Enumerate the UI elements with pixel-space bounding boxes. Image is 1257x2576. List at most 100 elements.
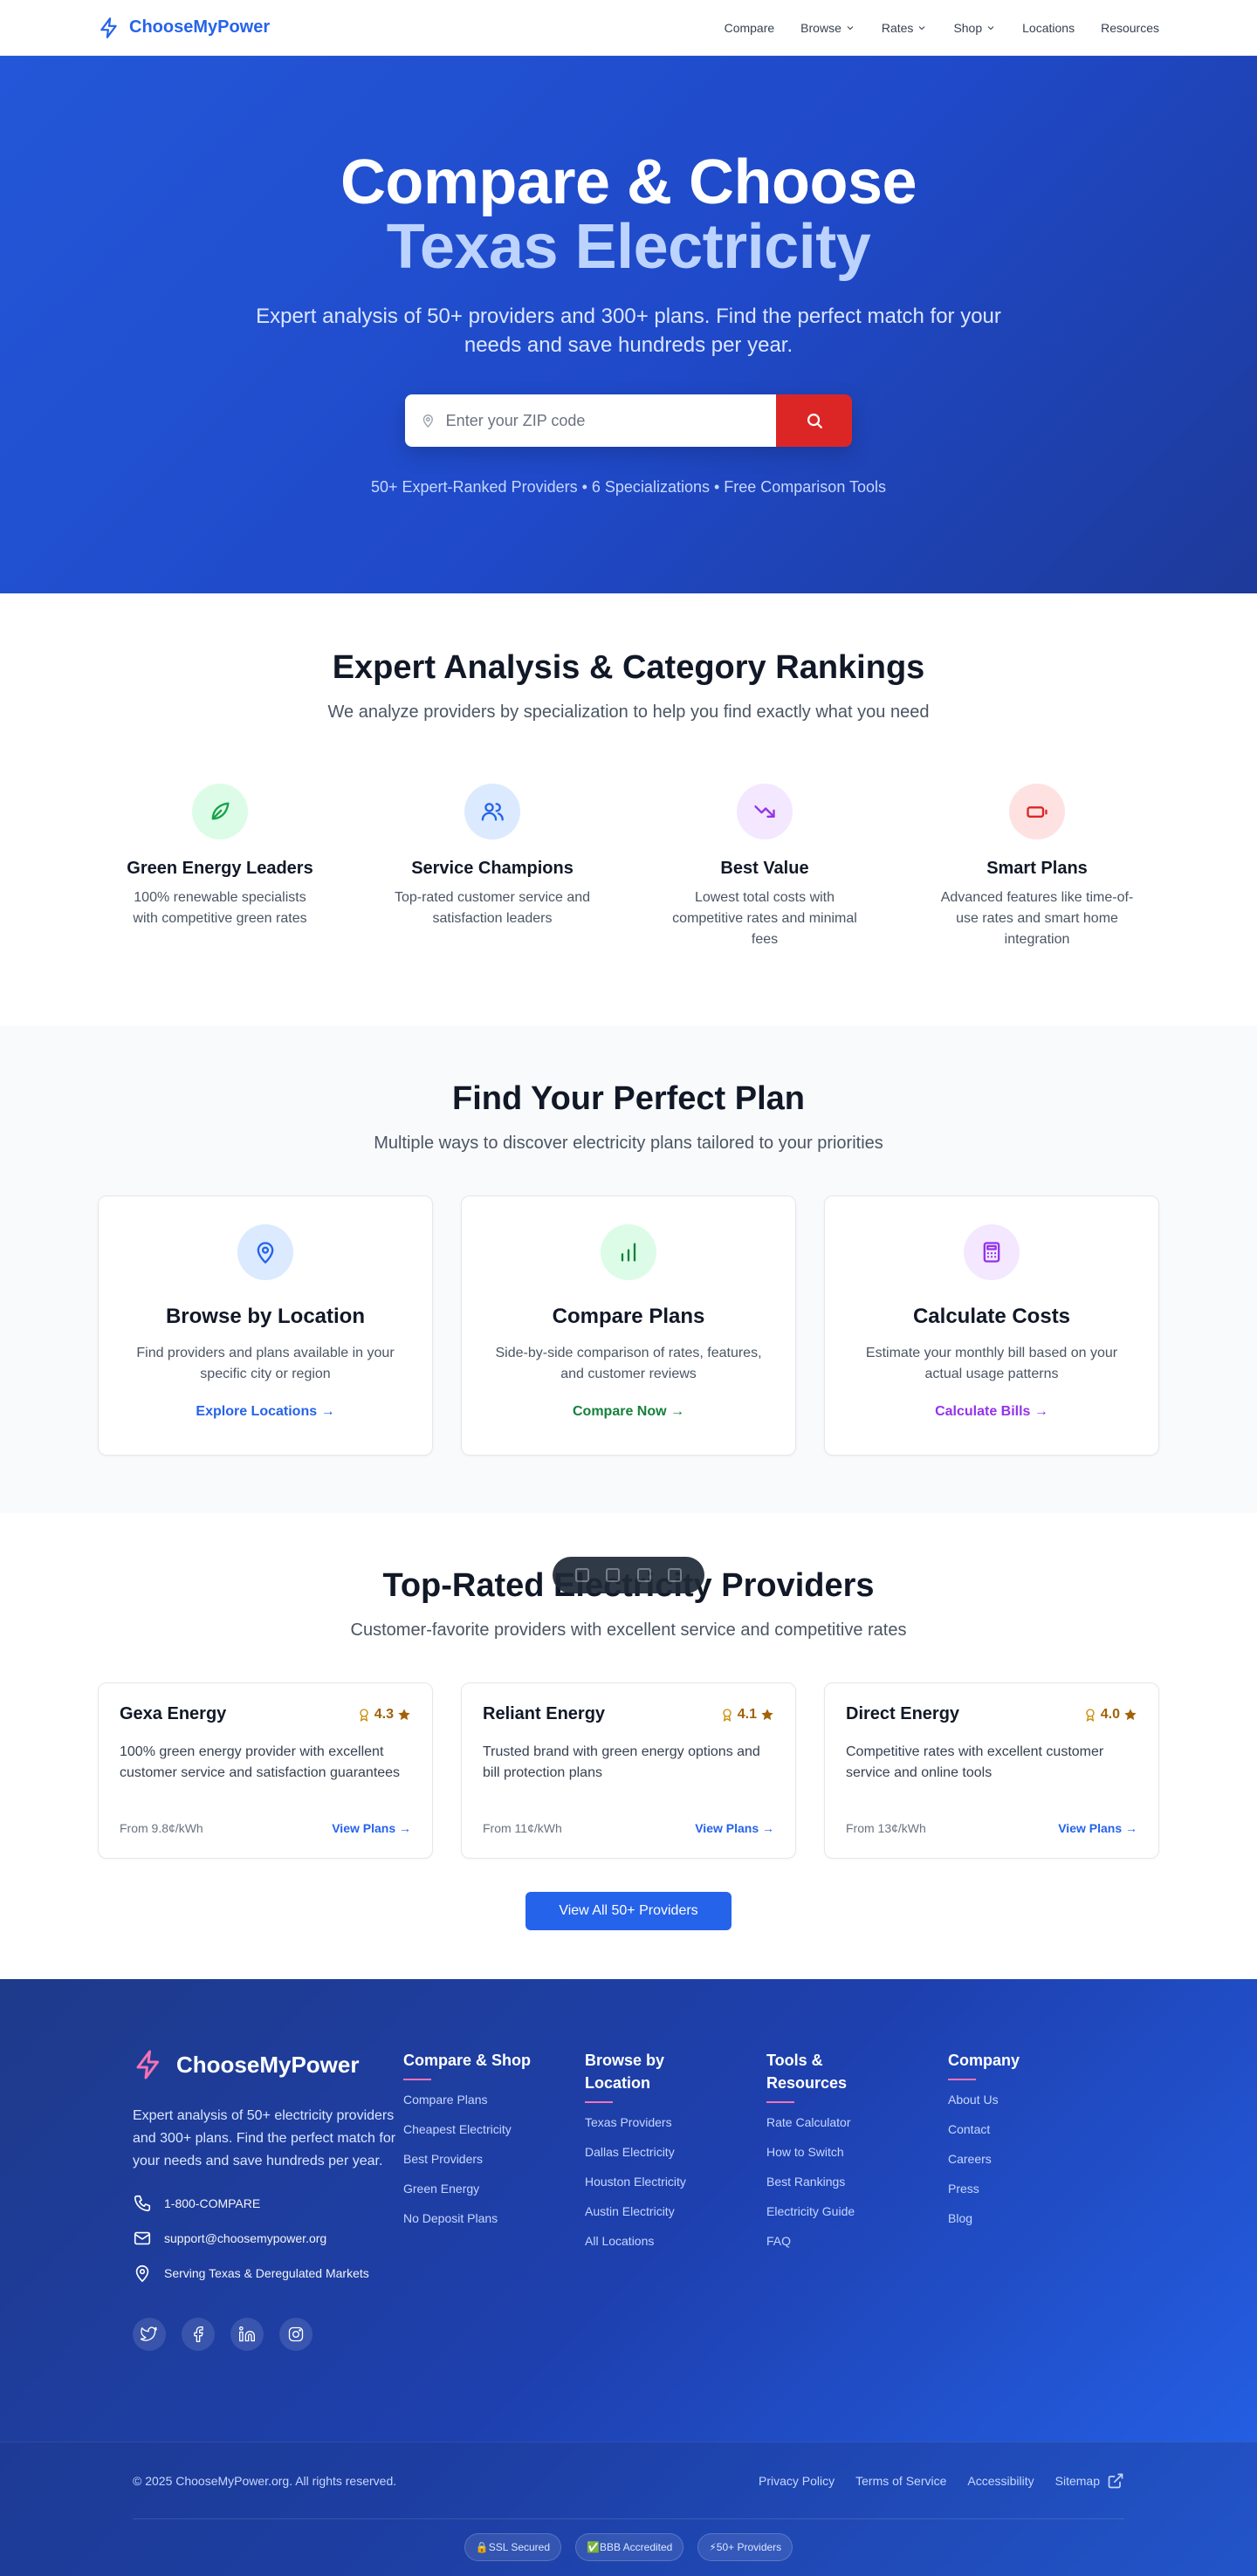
facebook-link[interactable] — [182, 2318, 215, 2351]
instagram-icon — [288, 2326, 304, 2342]
footer-link-press[interactable]: Press — [948, 2182, 1130, 2196]
footer-link-how-to-switch[interactable]: How to Switch — [766, 2145, 948, 2159]
footer-link-dallas-electricity[interactable]: Dallas Electricity — [585, 2145, 766, 2159]
provider-rating: 4.0 — [1083, 1707, 1137, 1723]
brand-logo[interactable]: ChooseMyPower — [98, 17, 270, 39]
footer-bottom: © 2025 ChooseMyPower.org. All rights res… — [0, 2442, 1257, 2576]
provider-card-direct-energy[interactable]: Direct Energy 4.0 Competitive rates with e… — [824, 1682, 1159, 1859]
providers-subtitle: Customer-favorite providers with excelle… — [350, 1620, 907, 1640]
category-best-value[interactable]: Best Value Lowest total costs with compet… — [628, 784, 901, 950]
brand-name: ChooseMyPower — [129, 17, 271, 37]
legal-link-privacy-policy[interactable]: Privacy Policy — [759, 2474, 835, 2488]
plan-card-description: Find providers and plans available in yo… — [136, 1346, 395, 1381]
footer-link-texas-providers[interactable]: Texas Providers — [585, 2115, 766, 2129]
plans-title: Find Your Perfect Plan — [451, 1080, 805, 1117]
instagram-link[interactable] — [279, 2318, 313, 2351]
footer-link-best-rankings[interactable]: Best Rankings — [766, 2175, 948, 2189]
provider-description: Trusted brand with green energy options … — [483, 1744, 760, 1780]
zip-input-wrap — [405, 394, 776, 447]
footer-link-houston-electricity[interactable]: Houston Electricity — [585, 2175, 766, 2189]
plan-card-link[interactable]: Calculate Bills → — [935, 1404, 1048, 1420]
toolbar-tool-icon[interactable] — [606, 1568, 621, 1582]
provider-card-header: Direct Energy 4.0 — [846, 1704, 1137, 1724]
toolbar-tool-icon[interactable] — [636, 1568, 651, 1582]
category-service-champions[interactable]: Service Champions Top-rated customer serv… — [356, 784, 628, 950]
plan-card-link[interactable]: Compare Now → — [573, 1404, 684, 1420]
legal-link-label: Terms of Service — [855, 2473, 947, 2488]
award-icon — [1086, 1708, 1095, 1722]
view-plans-link[interactable]: View Plans → — [1058, 1821, 1137, 1835]
footer-link-austin-electricity[interactable]: Austin Electricity — [585, 2204, 766, 2218]
footer-column-underline — [585, 2101, 613, 2103]
plan-card-title: Compare Plans — [552, 1305, 705, 1328]
category-green-energy-leaders[interactable]: Green Energy Leaders 100% renewable speci… — [84, 784, 356, 950]
provider-rating: 4.3 — [357, 1707, 411, 1723]
footer-link-compare-plans[interactable]: Compare Plans — [403, 2093, 585, 2107]
footer-link-rate-calculator[interactable]: Rate Calculator — [766, 2115, 948, 2129]
linkedin-link[interactable] — [230, 2318, 264, 2351]
provider-card-header: Reliant Energy 4.1 — [483, 1704, 774, 1724]
footer-email[interactable]: support@choosemypower.org — [133, 2229, 403, 2248]
footer-column-company: Company About Us Contact Careers Press Blog — [948, 2049, 1130, 2442]
footer-link-no-deposit-plans[interactable]: No Deposit Plans — [403, 2211, 585, 2225]
legal-link-terms-of-service[interactable]: Terms of Service — [855, 2474, 946, 2488]
plan-card-calculate-costs[interactable]: Calculate Costs Estimate your monthly bil… — [824, 1196, 1159, 1456]
nav-link-locations[interactable]: Locations — [1022, 21, 1075, 35]
footer-link-all-locations[interactable]: All Locations — [585, 2234, 766, 2248]
footer-link-careers[interactable]: Careers — [948, 2152, 1130, 2166]
footer-link-cheapest-electricity[interactable]: Cheapest Electricity — [403, 2122, 585, 2136]
trust-badge: ⚡50+ Providers — [697, 2533, 793, 2561]
provider-rating-value: 4.1 — [737, 1706, 757, 1722]
plan-card-compare-plans[interactable]: Compare Plans Side-by-side comparison of … — [461, 1196, 796, 1456]
plan-card-link[interactable]: Explore Locations → — [196, 1404, 334, 1420]
footer: ChooseMyPower Expert analysis of 50+ ele… — [0, 1979, 1257, 2576]
footer-link-best-providers[interactable]: Best Providers — [403, 2152, 585, 2166]
footer-main: ChooseMyPower Expert analysis of 50+ ele… — [0, 1979, 1257, 2442]
footer-link-contact[interactable]: Contact — [948, 2122, 1130, 2136]
footer-column-underline — [766, 2101, 794, 2103]
view-plans-link[interactable]: View Plans → — [695, 1821, 774, 1835]
category-description: Advanced features like time-of-use rates… — [940, 890, 1134, 947]
hero-stats: 50+ Expert-Ranked Providers • 6 Speciali… — [370, 478, 887, 496]
footer-description: Expert analysis of 50+ electricity provi… — [133, 2108, 396, 2168]
provider-card-footer: From 13¢/kWh View Plans → — [846, 1821, 1137, 1835]
zip-search-button[interactable] — [776, 394, 852, 447]
legal-link-accessibility[interactable]: Accessibility — [967, 2474, 1034, 2488]
provider-name: Gexa Energy — [120, 1704, 227, 1723]
award-icon — [360, 1708, 368, 1722]
footer-link-about-us[interactable]: About Us — [948, 2093, 1130, 2107]
twitter-link[interactable] — [133, 2318, 166, 2351]
nav-link-shop[interactable]: Shop — [953, 21, 996, 35]
provider-description: Competitive rates with excellent custome… — [846, 1744, 1104, 1780]
footer-link-electricity-guide[interactable]: Electricity Guide — [766, 2204, 948, 2218]
footer-link-green-energy[interactable]: Green Energy — [403, 2182, 585, 2196]
footer-logo[interactable]: ChooseMyPower — [133, 2049, 403, 2080]
bolt-icon — [136, 2050, 159, 2079]
zip-input[interactable] — [445, 411, 760, 430]
legal-link-sitemap[interactable]: Sitemap — [1055, 2472, 1124, 2490]
toolbar-tool-icon[interactable] — [574, 1568, 589, 1582]
plan-card-browse-by-location[interactable]: Browse by Location Find providers and pla… — [98, 1196, 433, 1456]
nav-link-rates[interactable]: Rates — [882, 21, 928, 35]
footer-phone[interactable]: 1-800-COMPARE — [133, 2194, 403, 2213]
nav-link-label: Locations — [1022, 20, 1075, 35]
provider-name: Direct Energy — [846, 1704, 960, 1723]
provider-card-reliant-energy[interactable]: Reliant Energy 4.1 Trusted brand with gree… — [461, 1682, 796, 1859]
nav-link-compare[interactable]: Compare — [725, 21, 775, 35]
footer-link-blog[interactable]: Blog — [948, 2211, 1130, 2225]
nav-link-resources[interactable]: Resources — [1101, 21, 1159, 35]
toolbar-tool-icon[interactable] — [668, 1568, 683, 1582]
footer-contact: 1-800-COMPARE support@choosemypower.org … — [133, 2194, 403, 2283]
view-all-providers-button[interactable]: View All 50+ Providers — [525, 1892, 732, 1930]
floating-toolbar[interactable] — [553, 1557, 704, 1593]
legal-links: Privacy Policy Terms of Service Accessibil… — [759, 2472, 1124, 2490]
footer-column-underline — [948, 2079, 976, 2080]
nav-link-browse[interactable]: Browse — [800, 21, 855, 35]
footer-brand-name: ChooseMyPower — [176, 2051, 360, 2078]
view-plans-link[interactable]: View Plans → — [332, 1821, 411, 1835]
provider-card-header: Gexa Energy 4.3 — [120, 1704, 411, 1724]
provider-card-gexa-energy[interactable]: Gexa Energy 4.3 100% green energy provider… — [98, 1682, 433, 1859]
category-smart-plans[interactable]: Smart Plans Advanced features like time-o… — [901, 784, 1173, 950]
bolt-icon — [100, 17, 117, 38]
footer-link-faq[interactable]: FAQ — [766, 2234, 948, 2248]
